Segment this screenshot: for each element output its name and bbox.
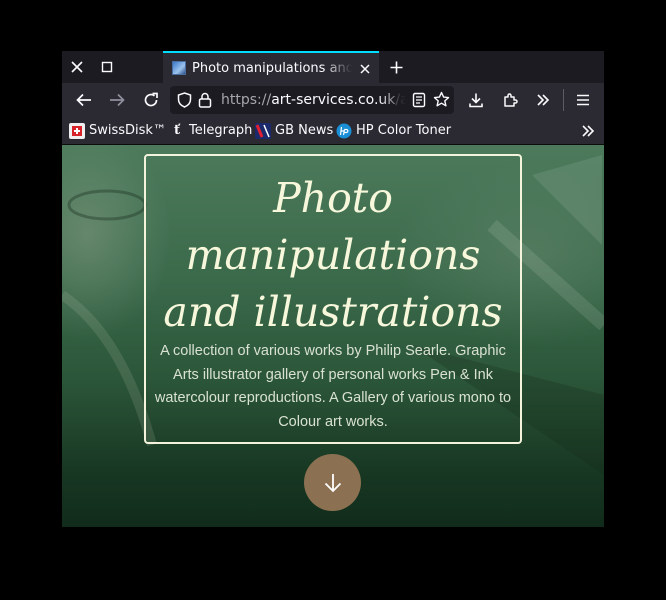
url-text[interactable]: https://art-services.co.uk/albu [221,92,406,108]
bookmark-swissdisk[interactable]: SwissDisk™ [69,117,166,144]
bookmark-telegraph[interactable]: ť Telegraph [169,117,252,144]
hp-favicon-icon [336,123,352,139]
toolbar-separator [563,89,564,111]
back-button[interactable] [70,86,98,114]
tab-title: Photo manipulations and illustrations [192,60,352,76]
swissdisk-favicon-icon [69,122,85,139]
tab-close-button[interactable] [357,61,373,77]
close-icon [360,64,370,74]
reader-view-icon[interactable] [412,92,426,108]
reload-icon [144,92,158,107]
bookmark-gb-news[interactable]: GB News [255,117,333,144]
close-window-button[interactable] [62,51,92,83]
hero-panel: Photo manipulations and illustrations A … [144,154,522,444]
arrow-down-icon [324,473,341,492]
page-description: A collection of various works by Philip … [154,343,512,430]
new-tab-button[interactable] [383,54,409,80]
url-bar[interactable]: https://art-services.co.uk/albu [170,86,454,114]
bookmark-hp-color-toner[interactable]: HP Color Toner [336,117,451,144]
app-menu-button[interactable] [569,86,597,114]
shield-icon [177,92,192,108]
overflow-menu-button[interactable] [529,86,557,114]
download-icon [469,93,483,108]
reload-button[interactable] [137,86,165,114]
bookmarks-toolbar: SwissDisk™ ť Telegraph GB News HP Color … [62,117,604,145]
browser-window: Photo manipulations and illustrations ht… [62,51,604,527]
forward-button[interactable] [103,86,131,114]
tab-strip: Photo manipulations and illustrations [62,51,604,83]
lock-icon [198,92,212,108]
downloads-button[interactable] [462,86,490,114]
close-icon [71,61,83,73]
bookmark-star-icon[interactable] [433,91,450,108]
telegraph-favicon-icon: ť [173,123,180,138]
extensions-button[interactable] [496,86,524,114]
bookmarks-overflow-button[interactable] [580,117,596,144]
chevron-double-right-icon [582,124,595,137]
hamburger-menu-icon [577,94,589,106]
maximize-icon [101,61,113,73]
scroll-down-button[interactable] [304,454,361,511]
chevron-double-right-icon [537,94,550,106]
arrow-left-icon [76,93,91,107]
navigation-toolbar: https://art-services.co.uk/albu [62,83,604,117]
maximize-window-button[interactable] [92,51,122,83]
site-favicon-icon [172,61,186,75]
plus-icon [390,61,402,73]
arrow-right-icon [110,93,125,107]
page-content: Photo manipulations and illustrations A … [62,145,604,527]
tab-active[interactable]: Photo manipulations and illustrations [163,51,379,83]
gbnews-favicon-icon [255,122,271,139]
puzzle-icon [504,93,518,107]
page-title: Photo manipulations and illustrations [163,174,503,336]
